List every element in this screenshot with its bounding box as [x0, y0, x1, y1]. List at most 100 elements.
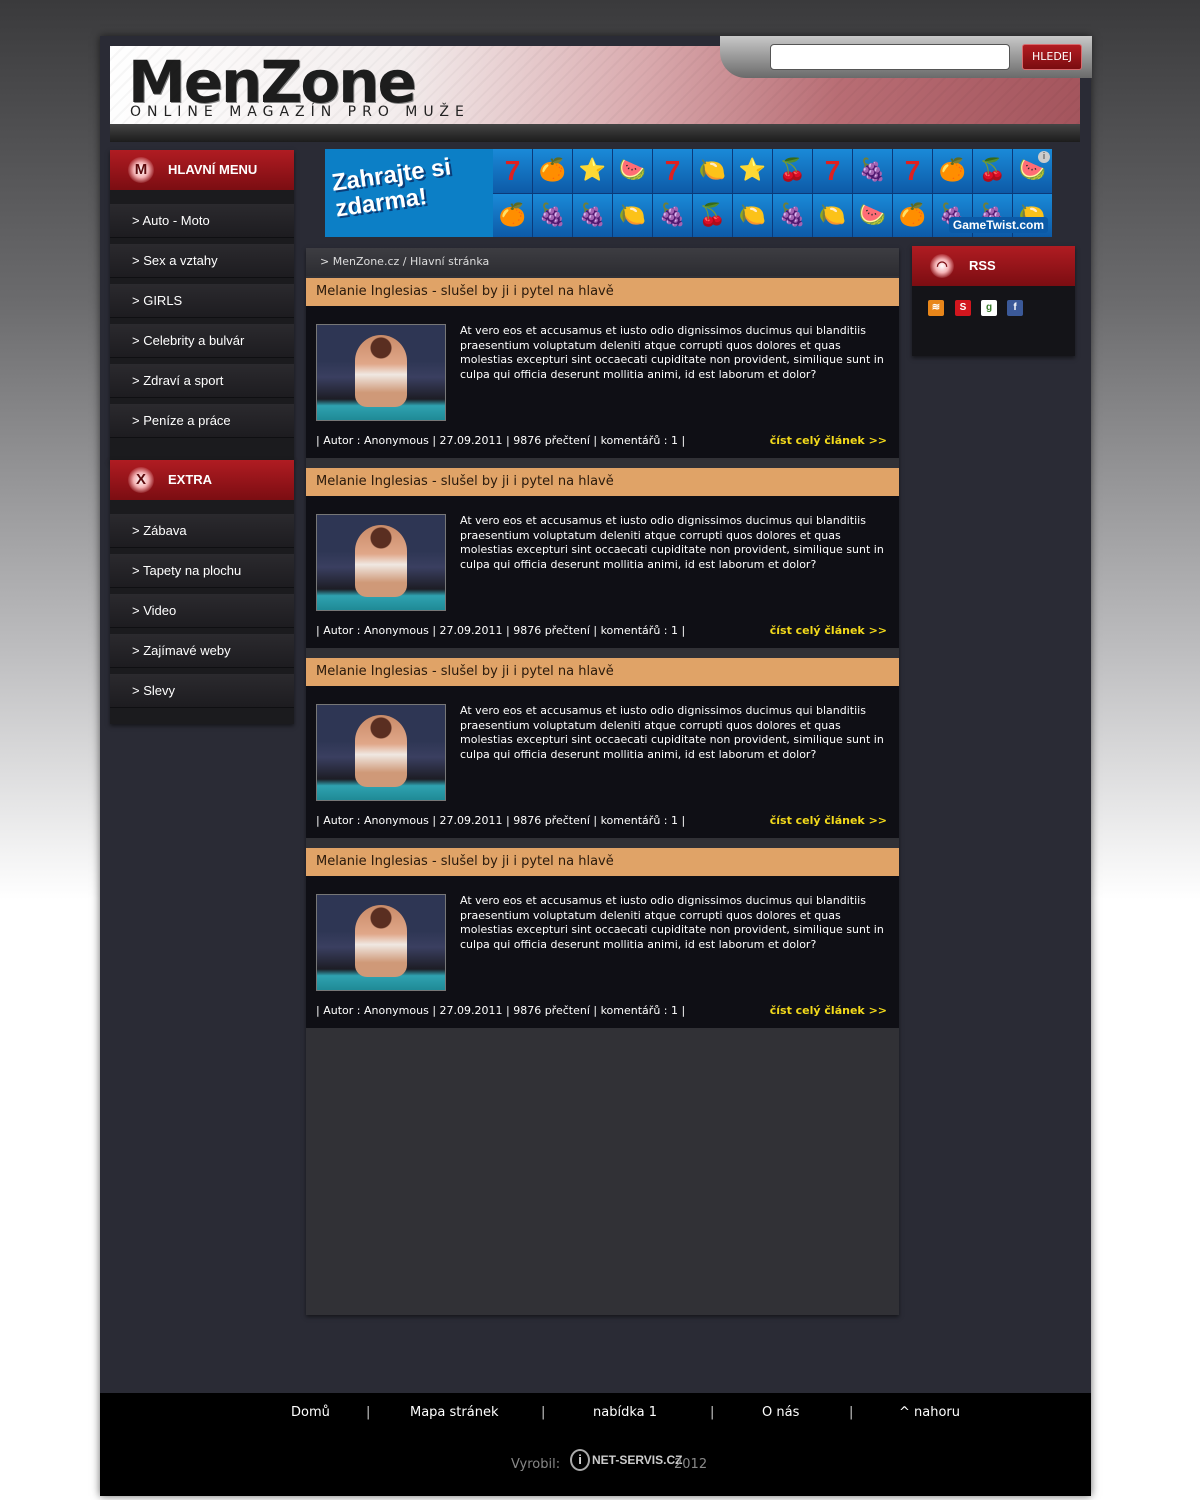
reel-symbol: 7 — [893, 149, 932, 193]
article-excerpt: At vero eos et accusamus et iusto odio d… — [460, 894, 884, 951]
article-meta: | Autor : Anonymous | 27.09.2011 | 9876 … — [316, 814, 686, 827]
reel-symbol: 🍊 — [933, 149, 972, 193]
reel-symbol: 7 — [813, 149, 852, 193]
article-meta: | Autor : Anonymous | 27.09.2011 | 9876 … — [316, 624, 686, 637]
menu-item-slevy[interactable]: > Slevy — [110, 674, 294, 708]
site-tagline: ONLINE MAGAZÍN PRO MUŽE — [130, 104, 470, 120]
reel-symbol: 🍊 — [893, 193, 932, 237]
read-more-link[interactable]: číst celý článek >> — [770, 434, 887, 447]
footer-link-about[interactable]: O nás — [762, 1405, 799, 1420]
seznam-icon[interactable]: S — [955, 300, 971, 316]
search-bar: HLEDEJ — [720, 36, 1092, 78]
article-excerpt: At vero eos et accusamus et iusto odio d… — [460, 704, 884, 761]
credit-label: Vyrobil: — [511, 1457, 561, 1472]
reel-symbol: 🍇 — [853, 149, 892, 193]
google-icon[interactable]: g — [981, 300, 997, 316]
footer-separator: | — [710, 1405, 715, 1420]
site-logo[interactable]: MenZone — [128, 52, 417, 112]
menu-item-zabava[interactable]: > Zábava — [110, 514, 294, 548]
menu-item-video[interactable]: > Video — [110, 594, 294, 628]
reel-symbol: 🍇 — [573, 193, 612, 237]
article-card: Melanie Inglesias - slušel by ji i pytel… — [306, 468, 899, 648]
reel-symbol: 🍒 — [693, 193, 732, 237]
article-card: Melanie Inglesias - slušel by ji i pytel… — [306, 278, 899, 458]
reel-symbol: ⭐ — [573, 149, 612, 193]
rss-feed-icon[interactable]: ≋ — [928, 300, 944, 316]
menu-m-icon: M — [128, 157, 154, 183]
sidebar: M HLAVNÍ MENU > Auto - Moto > Sex a vzta… — [110, 150, 294, 724]
reel-symbol: 7 — [653, 149, 692, 193]
extra-menu-list: > Zábava > Tapety na plochu > Video > Za… — [110, 500, 294, 720]
article-thumbnail[interactable] — [316, 704, 446, 801]
reel-symbol: 🍇 — [653, 193, 692, 237]
reel-symbol: 🍒 — [773, 149, 812, 193]
article-meta: | Autor : Anonymous | 27.09.2011 | 9876 … — [316, 1004, 686, 1017]
reel-symbol: 🍉 — [853, 193, 892, 237]
banner-slogan: Zahrajte si zdarma! — [330, 153, 453, 223]
credit-year: 2012 — [674, 1457, 708, 1472]
credit-logo[interactable]: i NET-SERVIS.CZ — [570, 1449, 682, 1471]
menu-item-celebrity[interactable]: > Celebrity a bulvár — [110, 324, 294, 358]
header-divider — [110, 124, 1080, 142]
reel-symbol: 🍋 — [733, 193, 772, 237]
credit-logo-text: NET-SERVIS.CZ — [592, 1453, 683, 1467]
article-card: Melanie Inglesias - slušel by ji i pytel… — [306, 848, 899, 1028]
extra-menu-title: EXTRA — [168, 472, 213, 487]
read-more-link[interactable]: číst celý článek >> — [770, 624, 887, 637]
footer-link-home[interactable]: Domů — [291, 1405, 330, 1420]
menu-item-tapety[interactable]: > Tapety na plochu — [110, 554, 294, 588]
ad-info-icon[interactable]: i — [1038, 151, 1050, 163]
page-container: MenZone ONLINE MAGAZÍN PRO MUŽE HLEDEJ M… — [100, 36, 1092, 1496]
article-card: Melanie Inglesias - slušel by ji i pytel… — [306, 658, 899, 838]
main-menu-header: M HLAVNÍ MENU — [110, 150, 294, 190]
article-meta: | Autor : Anonymous | 27.09.2011 | 9876 … — [316, 434, 686, 447]
extra-menu: X EXTRA > Zábava > Tapety na plochu > Vi… — [110, 460, 294, 724]
breadcrumb-separator: / — [402, 255, 407, 268]
main-menu-list: > Auto - Moto > Sex a vztahy > GIRLS > C… — [110, 190, 294, 450]
rss-header: ◠ RSS — [912, 246, 1075, 286]
menu-item-penize-prace[interactable]: > Peníze a práce — [110, 404, 294, 438]
rss-title: RSS — [969, 258, 996, 273]
breadcrumb: > MenZone.cz / Hlavní stránka — [306, 248, 899, 276]
article-title[interactable]: Melanie Inglesias - slušel by ji i pytel… — [306, 278, 899, 306]
breadcrumb-current: Hlavní stránka — [410, 255, 490, 268]
footer-link-sitemap[interactable]: Mapa stránek — [410, 1405, 498, 1420]
reel-symbol: 7 — [493, 149, 532, 193]
reel-symbol: 🍊 — [533, 149, 572, 193]
info-i-icon: i — [570, 1449, 590, 1471]
menu-item-zdravi-sport[interactable]: > Zdraví a sport — [110, 364, 294, 398]
article-title[interactable]: Melanie Inglesias - slušel by ji i pytel… — [306, 848, 899, 876]
article-thumbnail[interactable] — [316, 514, 446, 611]
ad-banner[interactable]: Zahrajte si zdarma! 7 🍊 ⭐ 🍉 7 🍋 ⭐ 🍒 7 🍇 7 🍊 🍒 🍉 🍊 🍇 🍇 🍋 🍇 🍒… — [325, 149, 1052, 237]
menu-item-auto-moto[interactable]: > Auto - Moto — [110, 204, 294, 238]
article-title[interactable]: Melanie Inglesias - slušel by ji i pytel… — [306, 468, 899, 496]
reel-symbol: 🍋 — [613, 193, 652, 237]
facebook-icon[interactable]: f — [1007, 300, 1023, 316]
rss-block: ◠ RSS ≋ S g f — [912, 246, 1075, 356]
read-more-link[interactable]: číst celý článek >> — [770, 1004, 887, 1017]
main-content: > MenZone.cz / Hlavní stránka Melanie In… — [306, 248, 899, 1315]
footer-link-offer[interactable]: nabídka 1 — [593, 1405, 657, 1420]
menu-item-sex-a-vztahy[interactable]: > Sex a vztahy — [110, 244, 294, 278]
breadcrumb-home[interactable]: > MenZone.cz — [320, 255, 399, 268]
search-button[interactable]: HLEDEJ — [1022, 44, 1082, 70]
menu-item-zajimave-weby[interactable]: > Zajímavé weby — [110, 634, 294, 668]
article-thumbnail[interactable] — [316, 894, 446, 991]
main-menu: M HLAVNÍ MENU > Auto - Moto > Sex a vzta… — [110, 150, 294, 462]
article-thumbnail[interactable] — [316, 324, 446, 421]
footer-separator: | — [541, 1405, 546, 1420]
reel-symbol: 🍋 — [693, 149, 732, 193]
extra-menu-footer — [110, 720, 294, 724]
menu-item-girls[interactable]: > GIRLS — [110, 284, 294, 318]
read-more-link[interactable]: číst celý článek >> — [770, 814, 887, 827]
reel-symbol: 🍊 — [493, 193, 532, 237]
main-menu-title: HLAVNÍ MENU — [168, 162, 258, 177]
search-input[interactable] — [770, 44, 1010, 70]
footer-link-top[interactable]: ^ nahoru — [899, 1405, 960, 1420]
menu-x-icon: X — [128, 467, 154, 493]
banner-brand-logo: GameTwist.com — [948, 217, 1048, 233]
reel-symbol: ⭐ — [733, 149, 772, 193]
article-title[interactable]: Melanie Inglesias - slušel by ji i pytel… — [306, 658, 899, 686]
reel-symbol: 🍇 — [773, 193, 812, 237]
article-excerpt: At vero eos et accusamus et iusto odio d… — [460, 324, 884, 381]
